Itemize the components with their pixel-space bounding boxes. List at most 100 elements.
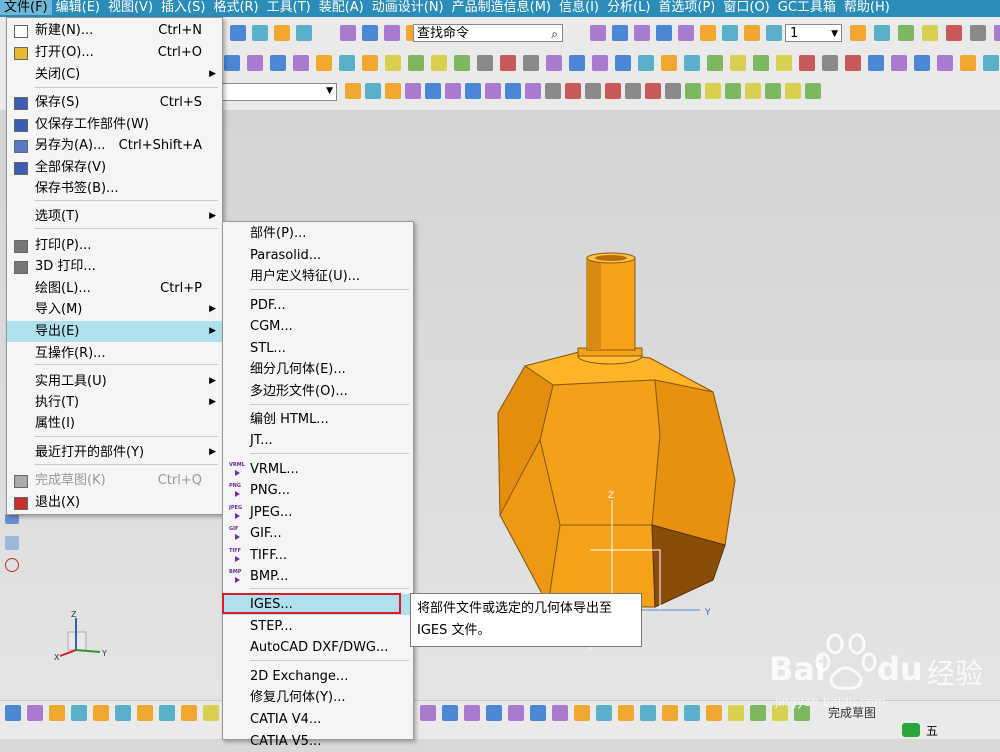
file-menu-item-plot[interactable]: 绘图(L)... Ctrl+P bbox=[7, 278, 222, 299]
toolbar-tool-icon[interactable] bbox=[766, 25, 782, 41]
toolbar-tool-icon[interactable] bbox=[805, 83, 821, 99]
toolbar-tool-icon[interactable] bbox=[545, 83, 561, 99]
export-menu-item[interactable]: STEP... bbox=[223, 616, 413, 637]
toolbar-tool-icon[interactable] bbox=[615, 55, 631, 71]
toolbar-tool-icon[interactable] bbox=[362, 55, 378, 71]
search-icon[interactable]: ⌕ bbox=[551, 25, 558, 43]
roles-icon[interactable] bbox=[5, 514, 19, 524]
toolbar-tool-icon[interactable] bbox=[596, 705, 612, 721]
toolbar-tool-icon[interactable] bbox=[49, 705, 65, 721]
menu-10[interactable]: 分析(L) bbox=[603, 0, 654, 15]
toolbar-tool-icon[interactable] bbox=[465, 83, 481, 99]
chevron-down-icon[interactable]: ▼ bbox=[326, 86, 333, 96]
export-menu-item[interactable]: Parasolid... bbox=[223, 245, 413, 266]
export-menu-item[interactable]: CATIA V4... bbox=[223, 709, 413, 730]
export-menu-item[interactable]: VRML VRML... bbox=[223, 459, 413, 480]
export-menu-item[interactable]: 2D Exchange... bbox=[223, 666, 413, 687]
toolbar-tool-icon[interactable] bbox=[592, 55, 608, 71]
finish-sketch-label[interactable]: 完成草图 bbox=[828, 704, 876, 721]
toolbar-tool-icon[interactable] bbox=[868, 55, 884, 71]
toolbar-tool-icon[interactable] bbox=[634, 25, 650, 41]
toolbar-tool-icon[interactable] bbox=[785, 83, 801, 99]
toolbar-tool-icon[interactable] bbox=[970, 25, 986, 41]
toolbar-tool-icon[interactable] bbox=[340, 25, 356, 41]
menu-1[interactable]: 编辑(E) bbox=[52, 0, 104, 15]
export-menu-item[interactable]: 修复几何体(Y)... bbox=[223, 687, 413, 708]
toolbar-tool-icon[interactable] bbox=[500, 55, 516, 71]
toolbar-tool-icon[interactable] bbox=[385, 83, 401, 99]
toolbar-tool-icon[interactable] bbox=[661, 55, 677, 71]
toolbar-tool-icon[interactable] bbox=[247, 55, 263, 71]
toolbar-tool-icon[interactable] bbox=[656, 25, 672, 41]
toolbar-tool-icon[interactable] bbox=[662, 705, 678, 721]
file-menu-item-save-all[interactable]: 全部保存(V) bbox=[7, 157, 222, 178]
export-menu-item[interactable]: GIF GIF... bbox=[223, 523, 413, 544]
toolbar-tool-icon[interactable] bbox=[685, 83, 701, 99]
toolbar-tool-icon[interactable] bbox=[822, 55, 838, 71]
toolbar-tool-icon[interactable] bbox=[508, 705, 524, 721]
export-menu-item[interactable]: 编创 HTML... bbox=[223, 409, 413, 430]
toolbar-tool-icon[interactable] bbox=[922, 25, 938, 41]
toolbar-tool-icon[interactable] bbox=[464, 705, 480, 721]
bottle-model[interactable] bbox=[497, 252, 736, 608]
export-menu-item[interactable]: AutoCAD DXF/DWG... bbox=[223, 637, 413, 658]
file-menu-item-close[interactable]: 关闭(C) ▶ bbox=[7, 64, 222, 85]
export-menu-item[interactable]: PDF... bbox=[223, 295, 413, 316]
toolbar-tool-icon[interactable] bbox=[891, 55, 907, 71]
toolbar-tool-icon[interactable] bbox=[362, 25, 378, 41]
toolbar-tool-icon[interactable] bbox=[93, 705, 109, 721]
menu-11[interactable]: 首选项(P) bbox=[654, 0, 719, 15]
toolbar-tool-icon[interactable] bbox=[574, 705, 590, 721]
toolbar-tool-icon[interactable] bbox=[625, 83, 641, 99]
toolbar-tool-icon[interactable] bbox=[776, 55, 792, 71]
toolbar-tool-icon[interactable] bbox=[293, 55, 309, 71]
export-menu-item[interactable]: 细分几何体(E)... bbox=[223, 359, 413, 380]
file-menu-item-properties[interactable]: 属性(I) bbox=[7, 413, 222, 434]
toolbar-tool-icon[interactable] bbox=[645, 83, 661, 99]
toolbar-tool-icon[interactable] bbox=[640, 705, 656, 721]
toolbar-tool-icon[interactable] bbox=[707, 55, 723, 71]
toolbar-tool-icon[interactable] bbox=[960, 55, 976, 71]
toolbar-tool-icon[interactable] bbox=[745, 83, 761, 99]
toolbar-tool-icon[interactable] bbox=[316, 55, 332, 71]
toolbar-tool-icon[interactable] bbox=[850, 25, 866, 41]
toolbar-tool-icon[interactable] bbox=[339, 55, 355, 71]
menu-2[interactable]: 视图(V) bbox=[104, 0, 157, 15]
toolbar-tool-icon[interactable] bbox=[425, 83, 441, 99]
export-menu-item[interactable]: BMP BMP... bbox=[223, 566, 413, 587]
file-menu-item-print[interactable]: 打印(P)... bbox=[7, 235, 222, 256]
file-menu-item-save-as[interactable]: 另存为(A)... Ctrl+Shift+A bbox=[7, 135, 222, 156]
file-menu-item-options[interactable]: 选项(T) ▶ bbox=[7, 206, 222, 227]
toolbar-tool-icon[interactable] bbox=[706, 705, 722, 721]
toolbar-tool-icon[interactable] bbox=[546, 55, 562, 71]
toolbar-tool-icon[interactable] bbox=[725, 83, 741, 99]
toolbar-tool-icon[interactable] bbox=[618, 705, 634, 721]
file-menu-item-3d-print[interactable]: 3D 打印... bbox=[7, 256, 222, 277]
toolbar-tool-icon[interactable] bbox=[445, 83, 461, 99]
toolbar-tool-icon[interactable] bbox=[753, 55, 769, 71]
toolbar-tool-icon[interactable] bbox=[181, 705, 197, 721]
file-menu-item-export[interactable]: 导出(E) ▶ bbox=[7, 321, 222, 342]
menu-9[interactable]: 信息(I) bbox=[555, 0, 603, 15]
toolbar-tool-icon[interactable] bbox=[203, 705, 219, 721]
toolbar-tool-icon[interactable] bbox=[408, 55, 424, 71]
file-menu-item-execute[interactable]: 执行(T) ▶ bbox=[7, 392, 222, 413]
toolbar-tool-icon[interactable] bbox=[230, 25, 246, 41]
file-menu-item-save-bookmark[interactable]: 保存书签(B)... bbox=[7, 178, 222, 199]
toolbar-tool-icon[interactable] bbox=[274, 25, 290, 41]
toolbar-tool-icon[interactable] bbox=[530, 705, 546, 721]
toolbar-tool-icon[interactable] bbox=[27, 705, 43, 721]
toolbar-tool-icon[interactable] bbox=[159, 705, 175, 721]
toolbar-tool-icon[interactable] bbox=[552, 705, 568, 721]
file-menu-item-utilities[interactable]: 实用工具(U) ▶ bbox=[7, 371, 222, 392]
toolbar-tool-icon[interactable] bbox=[442, 705, 458, 721]
menu-5[interactable]: 工具(T) bbox=[263, 0, 315, 15]
menu-7[interactable]: 动画设计(N) bbox=[368, 0, 448, 15]
toolbar-tool-icon[interactable] bbox=[224, 55, 240, 71]
menu-4[interactable]: 格式(R) bbox=[209, 0, 262, 15]
toolbar-tool-icon[interactable] bbox=[365, 83, 381, 99]
toolbar-tool-icon[interactable] bbox=[750, 705, 766, 721]
file-menu-item-new[interactable]: 新建(N)... Ctrl+N bbox=[7, 20, 222, 41]
toolbar-tool-icon[interactable] bbox=[914, 55, 930, 71]
export-menu-item[interactable]: STL... bbox=[223, 338, 413, 359]
